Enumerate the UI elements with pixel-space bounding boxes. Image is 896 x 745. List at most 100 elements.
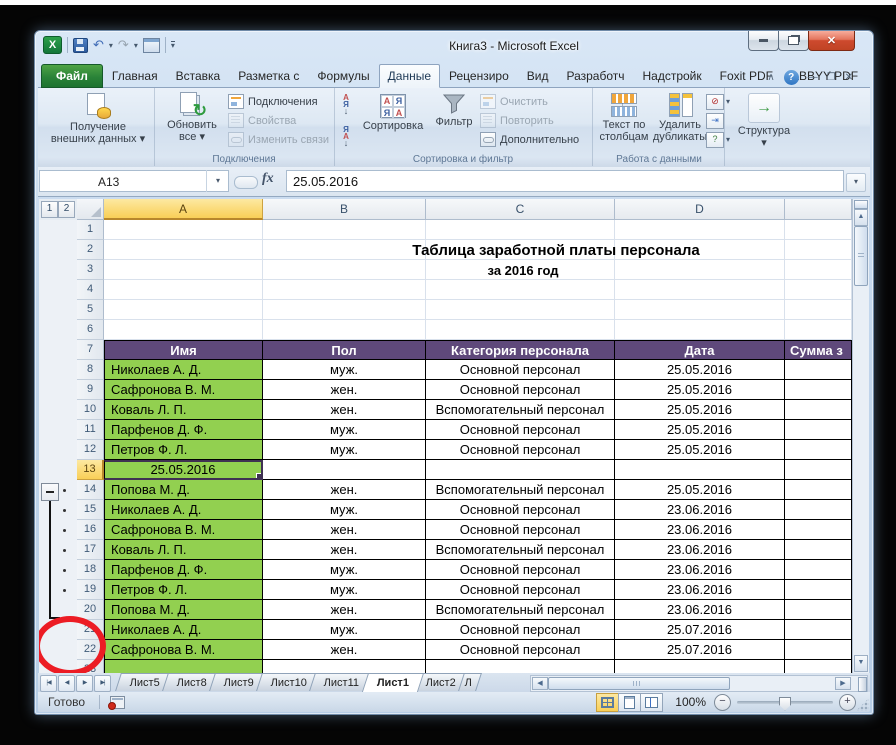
cell-B17[interactable]: жен. [263, 540, 426, 560]
cell-D6[interactable] [615, 320, 785, 340]
column-header-B[interactable]: B [263, 199, 426, 220]
cell-C4[interactable] [426, 280, 615, 300]
cell-A21[interactable]: Николаев А. Д. [104, 620, 263, 640]
cell-B2[interactable] [263, 240, 426, 260]
cell-A15[interactable]: Николаев А. Д. [104, 500, 263, 520]
cell-E20[interactable] [785, 600, 852, 620]
connections-item[interactable]: Подключения [228, 92, 329, 111]
header-cell-3[interactable]: Категория персонала [426, 340, 615, 360]
cell-A5[interactable] [104, 300, 263, 320]
cell-B14[interactable]: жен. [263, 480, 426, 500]
get-external-data-button[interactable]: Получение внешних данных ▾ [48, 91, 148, 145]
horizontal-scrollbar[interactable]: ◀ ▶ [530, 675, 868, 692]
outline-level-1-button[interactable]: 1 [41, 201, 58, 218]
row-header-2[interactable]: 2 [77, 240, 104, 260]
view-pagebreak-button[interactable] [640, 693, 663, 712]
text-to-columns-button[interactable]: ↓ Текст по столбцам [596, 91, 652, 143]
cell-D9[interactable]: 25.05.2016 [615, 380, 785, 400]
ribbon-tab-Надстройк[interactable]: Надстройк [634, 64, 711, 88]
cell-B19[interactable]: муж. [263, 580, 426, 600]
v-split-handle[interactable] [854, 200, 868, 209]
ribbon-tab-Данные[interactable]: Данные [379, 64, 440, 88]
cell-E1[interactable] [785, 220, 852, 240]
cell-A9[interactable]: Сафронова В. М. [104, 380, 263, 400]
cell-C14[interactable]: Вспомогательный персонал [426, 480, 615, 500]
row-header-1[interactable]: 1 [77, 220, 104, 240]
macro-record-icon[interactable] [110, 696, 125, 709]
cell-A12[interactable]: Петров Ф. Л. [104, 440, 263, 460]
select-all-corner[interactable] [77, 199, 104, 220]
cell-E4[interactable] [785, 280, 852, 300]
maximize-button[interactable] [778, 31, 809, 51]
cell-D22[interactable]: 25.07.2016 [615, 640, 785, 660]
row-header-9[interactable]: 9 [77, 380, 104, 400]
formula-input[interactable]: 25.05.2016 [286, 170, 844, 192]
cell-B4[interactable] [263, 280, 426, 300]
sort-za-button[interactable]: ЯА↓ [338, 126, 354, 146]
help-icon[interactable]: ? [784, 70, 799, 85]
zoom-out-icon[interactable]: − [714, 694, 731, 711]
cell-B18[interactable]: муж. [263, 560, 426, 580]
row-header-16[interactable]: 16 [77, 520, 104, 540]
cell-C11[interactable]: Основной персонал [426, 420, 615, 440]
cell-D13[interactable] [615, 460, 785, 480]
outline-level-2-button[interactable]: 2 [58, 201, 75, 218]
workbook-close-icon[interactable]: ✕ [845, 71, 853, 85]
row-header-12[interactable]: 12 [77, 440, 104, 460]
cell-A3[interactable] [104, 260, 263, 280]
row-header-14[interactable]: 14 [77, 480, 104, 500]
sheet-nav-first-icon[interactable]: |◀ [40, 675, 57, 692]
cell-C10[interactable]: Вспомогательный персонал [426, 400, 615, 420]
row-header-6[interactable]: 6 [77, 320, 104, 340]
workbook-restore-icon[interactable]: ❐ [827, 71, 836, 85]
cell-D20[interactable]: 23.06.2016 [615, 600, 785, 620]
sheet-nav-last-icon[interactable]: ▶| [94, 675, 111, 692]
cell-D18[interactable]: 23.06.2016 [615, 560, 785, 580]
cell-B15[interactable]: муж. [263, 500, 426, 520]
remove-duplicates-button[interactable]: Удалить дубликаты [652, 91, 708, 143]
cell-C12[interactable]: Основной персонал [426, 440, 615, 460]
formula-expand-icon[interactable]: ▾ [846, 173, 866, 192]
cell-A8[interactable]: Николаев А. Д. [104, 360, 263, 380]
row-header-13[interactable]: 13 [77, 460, 104, 480]
save-icon[interactable] [73, 38, 88, 53]
cell-E6[interactable] [785, 320, 852, 340]
minimize-button[interactable] [748, 31, 779, 51]
cell-C21[interactable]: Основной персонал [426, 620, 615, 640]
zoom-in-icon[interactable]: + [839, 694, 856, 711]
cell-C20[interactable]: Вспомогательный персонал [426, 600, 615, 620]
cell-E9[interactable] [785, 380, 852, 400]
cell-D10[interactable]: 25.05.2016 [615, 400, 785, 420]
ribbon-tab-Вид[interactable]: Вид [518, 64, 558, 88]
sort-dialog-button[interactable]: АЯ ЯА Сортировка [358, 91, 428, 132]
cell-E21[interactable] [785, 620, 852, 640]
row-header-10[interactable]: 10 [77, 400, 104, 420]
column-header-A[interactable]: A [104, 199, 263, 220]
cell-D21[interactable]: 25.07.2016 [615, 620, 785, 640]
cell-B21[interactable]: муж. [263, 620, 426, 640]
cell-B12[interactable]: муж. [263, 440, 426, 460]
scroll-down-icon[interactable]: ▼ [854, 655, 868, 672]
sheet-tab-Лист1[interactable]: Лист1 [361, 673, 423, 692]
cell-A2[interactable] [104, 240, 263, 260]
cell-D15[interactable]: 23.06.2016 [615, 500, 785, 520]
formula-splitter[interactable] [234, 176, 258, 189]
cell-A11[interactable]: Парфенов Д. Ф. [104, 420, 263, 440]
cell-A19[interactable]: Петров Ф. Л. [104, 580, 263, 600]
filter-button[interactable]: Фильтр [430, 91, 478, 128]
fill-handle[interactable] [256, 473, 263, 480]
cell-D5[interactable] [615, 300, 785, 320]
redo-icon[interactable]: ↷ [118, 37, 129, 53]
cell-A4[interactable] [104, 280, 263, 300]
cell-A10[interactable]: Коваль Л. П. [104, 400, 263, 420]
cell-B3[interactable] [263, 260, 426, 280]
sheet-nav-prev-icon[interactable]: ◀ [58, 675, 75, 692]
cell-A13[interactable]: 25.05.2016 [104, 460, 263, 480]
ribbon-tab-Разметка с[interactable]: Разметка с [229, 64, 308, 88]
cell-E19[interactable] [785, 580, 852, 600]
scroll-right-icon[interactable]: ▶ [835, 677, 851, 690]
cell-E15[interactable] [785, 500, 852, 520]
cell-B5[interactable] [263, 300, 426, 320]
scroll-left-icon[interactable]: ◀ [532, 677, 548, 690]
cell-D8[interactable]: 25.05.2016 [615, 360, 785, 380]
